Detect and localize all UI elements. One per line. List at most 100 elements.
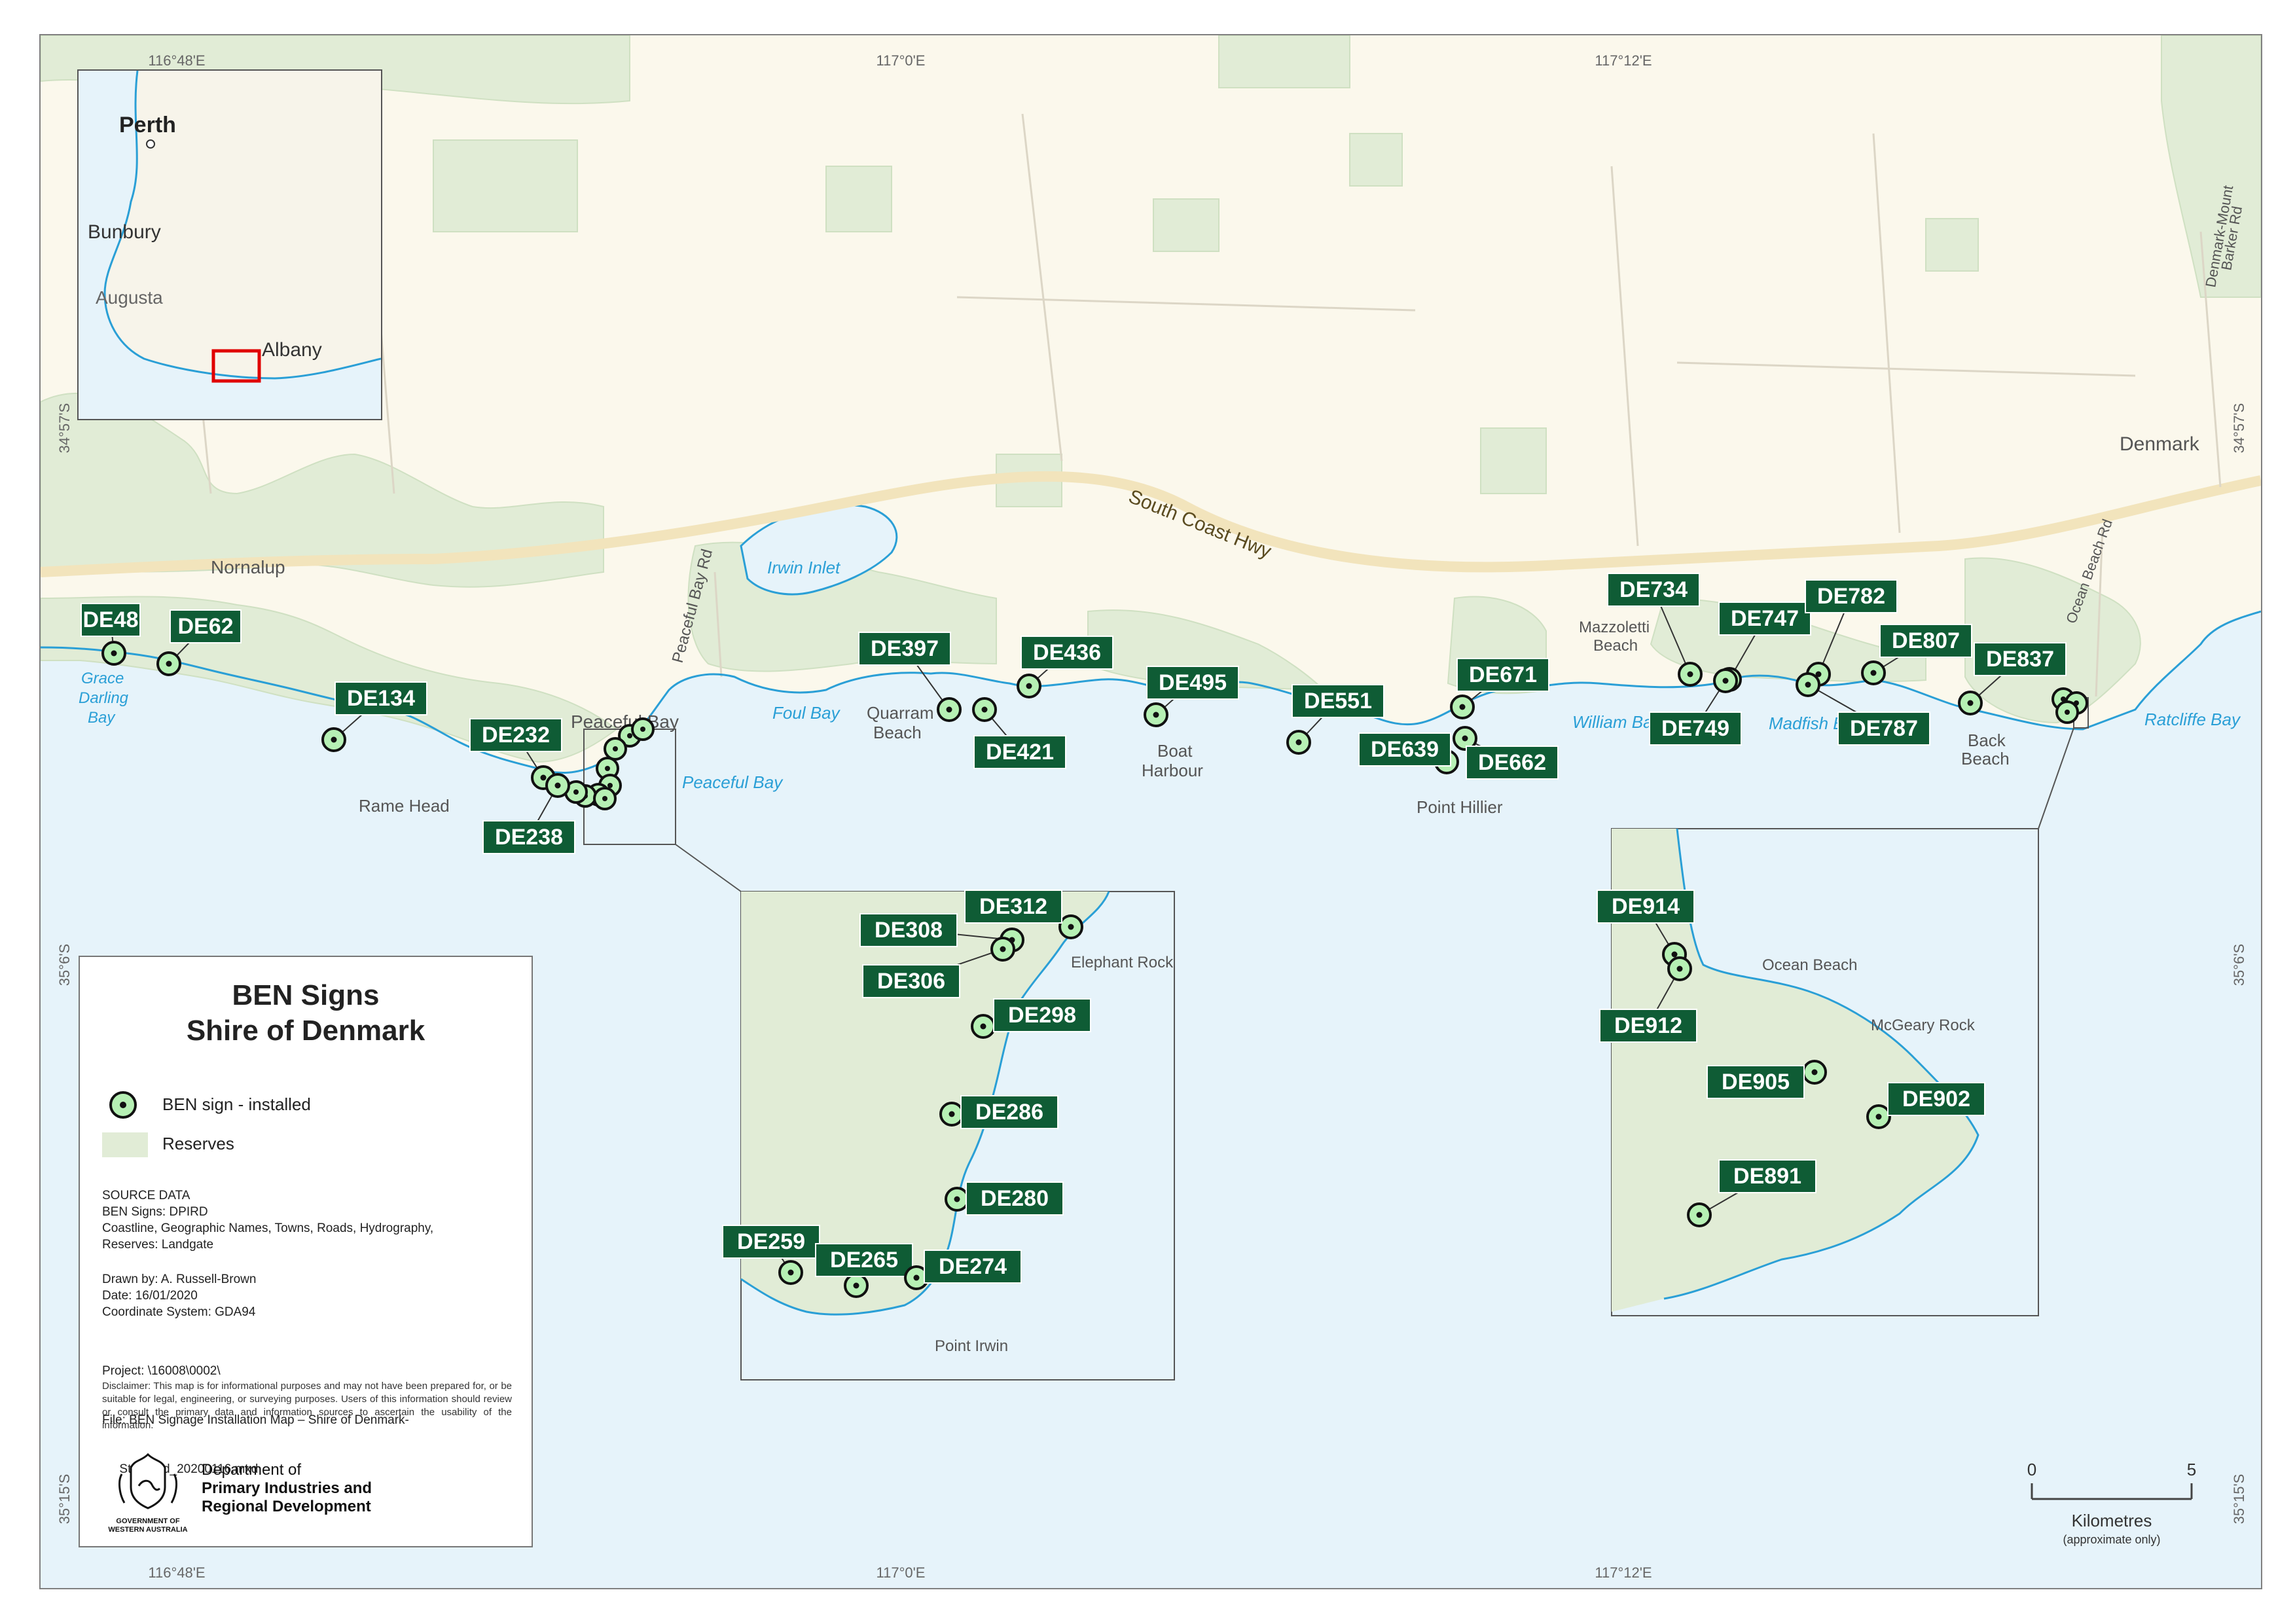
- legend-sign-label: BEN sign - installed: [162, 1094, 311, 1114]
- cluster-marker-dot-1: [640, 727, 645, 732]
- sign-label-de280: DE280: [981, 1186, 1049, 1211]
- grat-right-2: 35°6'S: [2231, 944, 2247, 986]
- place-mazzoletti-2: Beach: [1593, 637, 1638, 655]
- grat-left-2: 35°6'S: [56, 944, 73, 986]
- sign-marker-dot-de891: [1696, 1212, 1703, 1218]
- sign-de436: DE436: [1017, 636, 1113, 698]
- source-line-3: Coastline, Geographic Names, Towns, Road…: [102, 1221, 434, 1235]
- scale-zero: 0: [2027, 1460, 2036, 1479]
- sign-marker-dot-de298: [980, 1023, 986, 1030]
- place-back-1: Back: [1968, 731, 2006, 750]
- sign-de421: DE421: [972, 697, 1066, 769]
- locator-map: Perth Bunbury Augusta Albany: [79, 71, 381, 419]
- locator-inset: Perth Bunbury Augusta Albany: [77, 69, 382, 420]
- sign-de662: DE662: [1453, 726, 1559, 780]
- place-quarram-1: Quarram: [867, 703, 934, 723]
- cluster-marker-dot-8: [602, 796, 607, 801]
- sign-label-de891: DE891: [1733, 1164, 1801, 1189]
- sign-marker-dot-de749: [1722, 677, 1729, 684]
- sign-label-de421: DE421: [986, 740, 1054, 765]
- legend-source: SOURCE DATA BEN Signs: DPIRD Coastline, …: [102, 1187, 433, 1253]
- grat-top-3: 117°12'E: [1595, 52, 1652, 69]
- sign-marker-dot-de905: [1811, 1069, 1818, 1075]
- sign-marker-dot-de837: [1967, 700, 1974, 706]
- sign-marker-dot-de232: [540, 774, 547, 781]
- inset-west: Elephant Rock Point Irwin DE312 DE308 DE30…: [722, 890, 1175, 1380]
- place-william-bay: William Bay: [1572, 712, 1663, 732]
- sign-marker-dot-de134: [331, 736, 337, 743]
- legend-sign-icon: [109, 1091, 137, 1119]
- place-grace-2: Darling: [79, 689, 129, 707]
- place-back-2: Beach: [1961, 749, 2010, 768]
- sign-marker-dot-de397: [946, 706, 952, 713]
- sign-label-de134: DE134: [347, 686, 415, 711]
- gov-line-2: WESTERN AUSTRALIA: [108, 1526, 188, 1534]
- place-nornalup: Nornalup: [211, 557, 285, 577]
- sign-marker-dot-de280: [954, 1196, 960, 1202]
- source-line-2: BEN Signs: DPIRD: [102, 1205, 208, 1219]
- sign-de238: DE238: [482, 773, 575, 854]
- grat-top-2: 117°0'E: [876, 52, 926, 69]
- sign-marker-dot-de265: [853, 1282, 859, 1289]
- sign-marker-dot-de274: [913, 1274, 920, 1281]
- wa-gov-text: GOVERNMENT OF WESTERN AUSTRALIA: [102, 1517, 194, 1534]
- sign-label-de298: DE298: [1008, 1003, 1076, 1028]
- place-point-hillier: Point Hillier: [1417, 797, 1503, 817]
- legend-reserve-swatch: [102, 1132, 148, 1157]
- sign-marker-dot-de312: [1068, 924, 1074, 930]
- gov-line-1: GOVERNMENT OF: [116, 1517, 180, 1525]
- sign-label-de734: DE734: [1619, 577, 1688, 602]
- grat-top-1: 116°48'E: [148, 52, 205, 69]
- project-line-1: Project: \16008\0002\: [102, 1364, 221, 1378]
- inset-east-leader: [2038, 727, 2074, 829]
- wa-crest-icon: [118, 1453, 177, 1509]
- sign-marker-dot-de912: [1676, 965, 1683, 972]
- dept-line-1: Department of: [202, 1461, 302, 1479]
- place-mcgeary-rock: McGeary Rock: [1871, 1017, 1976, 1034]
- source-line-1: SOURCE DATA: [102, 1189, 190, 1202]
- sign-label-de308: DE308: [875, 918, 943, 943]
- sign-label-de662: DE662: [1478, 750, 1546, 775]
- sign-label-de902: DE902: [1902, 1087, 1970, 1111]
- sign-marker-dot-de306: [1000, 946, 1006, 952]
- drawn-line-3: Coordinate System: GDA94: [102, 1305, 256, 1319]
- map-frame: 116°48'E 117°0'E 117°12'E 116°48'E 117°0…: [39, 34, 2262, 1589]
- cluster-marker-dot-7: [573, 789, 579, 795]
- place-point-irwin: Point Irwin: [935, 1337, 1008, 1355]
- sign-label-de787: DE787: [1850, 716, 1918, 741]
- locator-augusta: Augusta: [96, 287, 163, 308]
- sign-label-de265: DE265: [830, 1248, 898, 1272]
- place-boat-1: Boat: [1157, 741, 1193, 761]
- place-grace-3: Bay: [88, 709, 116, 727]
- sign-marker-dot-de807: [1870, 670, 1877, 676]
- scale-unit: Kilometres: [2072, 1511, 2152, 1530]
- sign-label-de837: DE837: [1986, 647, 2054, 672]
- sign-marker-dot-de662: [1462, 735, 1468, 742]
- sign-label-de306: DE306: [877, 969, 945, 994]
- locator-albany: Albany: [262, 339, 322, 361]
- sign-label-de436: DE436: [1033, 640, 1101, 665]
- drawn-line-2: Date: 16/01/2020: [102, 1289, 198, 1303]
- sign-marker-dot-de495: [1153, 712, 1159, 718]
- sign-label-de551: DE551: [1304, 689, 1372, 713]
- sign-label-de807: DE807: [1892, 628, 1960, 653]
- sign-marker-dot-de48: [111, 650, 117, 657]
- sign-marker-dot-de671: [1459, 704, 1466, 710]
- legend-title-1: BEN Signs: [232, 979, 380, 1011]
- legend-title-2: Shire of Denmark: [186, 1015, 425, 1047]
- grat-bottom-1: 116°48'E: [148, 1564, 205, 1581]
- legend-panel: BEN Signs Shire of Denmark BEN sign - in…: [79, 956, 533, 1547]
- grat-bottom-3: 117°12'E: [1595, 1564, 1652, 1581]
- sign-marker-dot-de902: [1875, 1113, 1882, 1120]
- place-ocean-beach: Ocean Beach: [1762, 956, 1857, 974]
- scale-bar: 0 5 Kilometres (approximate only): [2027, 1460, 2196, 1546]
- drawn-line-1: Drawn by: A. Russell-Brown: [102, 1272, 257, 1286]
- dept-line-2: Primary Industries and: [202, 1479, 372, 1497]
- dept-line-3: Regional Development: [202, 1498, 371, 1515]
- legend-disclaimer: Disclaimer: This map is for informationa…: [102, 1380, 512, 1431]
- sign-label-de397: DE397: [871, 636, 939, 661]
- sign-label-de912: DE912: [1614, 1013, 1682, 1038]
- legend-dept: Department of Primary Industries and Reg…: [202, 1461, 372, 1516]
- cluster-marker-dot-0: [627, 733, 632, 738]
- cluster-marker-dot-11: [2065, 710, 2070, 715]
